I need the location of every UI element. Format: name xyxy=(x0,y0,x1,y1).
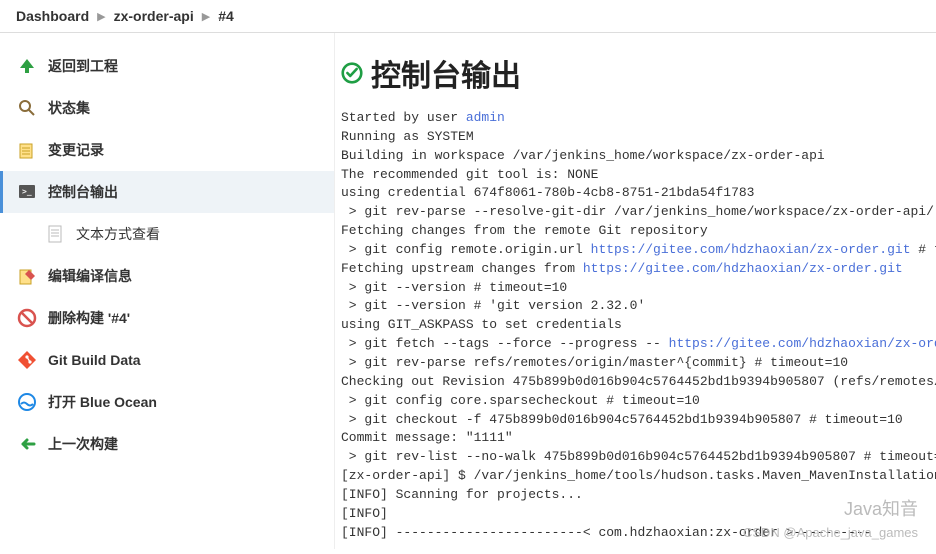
blue-ocean-icon xyxy=(16,391,38,413)
sidebar-item-label: 上一次构建 xyxy=(48,434,118,454)
console-link[interactable]: https://gitee.com/hdzhaoxian/zx-orde xyxy=(669,336,936,351)
main-content: 控制台输出 Started by user admin Running as S… xyxy=(335,33,936,549)
sidebar-item-prev-build[interactable]: 上一次构建 xyxy=(0,423,334,465)
sidebar-item-label: 返回到工程 xyxy=(48,56,118,76)
no-entry-icon xyxy=(16,307,38,329)
sidebar-item-label: 打开 Blue Ocean xyxy=(48,392,157,412)
success-check-icon xyxy=(341,62,363,84)
sidebar-item-label: Git Build Data xyxy=(48,352,141,368)
svg-text:>_: >_ xyxy=(22,187,32,196)
terminal-icon: >_ xyxy=(16,181,38,203)
arrow-up-icon xyxy=(16,55,38,77)
breadcrumb-sep: ▶ xyxy=(202,10,210,23)
sidebar-item-back[interactable]: 返回到工程 xyxy=(0,45,334,87)
magnify-icon xyxy=(16,97,38,119)
sidebar-item-edit-build[interactable]: 编辑编译信息 xyxy=(0,255,334,297)
breadcrumb-item[interactable]: Dashboard xyxy=(16,8,89,24)
breadcrumb-item[interactable]: #4 xyxy=(218,8,234,24)
breadcrumb-sep: ▶ xyxy=(97,10,105,23)
sidebar-item-label: 控制台输出 xyxy=(48,182,118,202)
arrow-left-icon xyxy=(16,433,38,455)
console-link[interactable]: https://gitee.com/hdzhaoxian/zx-order.gi… xyxy=(583,261,903,276)
pencil-doc-icon xyxy=(16,265,38,287)
sidebar-item-label: 状态集 xyxy=(48,98,90,118)
sidebar: 返回到工程状态集变更记录 >_ 控制台输出文本方式查看编辑编译信息删除构建 '#4'… xyxy=(0,33,335,549)
console-output: Started by user admin Running as SYSTEM … xyxy=(341,109,936,542)
sidebar-item-git-data[interactable]: Git Build Data xyxy=(0,339,334,381)
sidebar-item-console-text[interactable]: 文本方式查看 xyxy=(0,213,334,255)
sidebar-item-delete-build[interactable]: 删除构建 '#4' xyxy=(0,297,334,339)
page-title: 控制台输出 xyxy=(371,51,521,95)
sidebar-item-console[interactable]: >_ 控制台输出 xyxy=(0,171,334,213)
sidebar-item-changes[interactable]: 变更记录 xyxy=(0,129,334,171)
page-title-row: 控制台输出 xyxy=(341,51,936,95)
breadcrumb: Dashboard ▶ zx-order-api ▶ #4 xyxy=(0,0,936,33)
layout: 返回到工程状态集变更记录 >_ 控制台输出文本方式查看编辑编译信息删除构建 '#4'… xyxy=(0,33,936,549)
git-icon xyxy=(16,349,38,371)
console-link[interactable]: admin xyxy=(466,110,505,125)
doc-icon xyxy=(44,223,66,245)
sidebar-item-label: 编辑编译信息 xyxy=(48,266,132,286)
breadcrumb-item[interactable]: zx-order-api xyxy=(114,8,194,24)
console-link[interactable]: https://gitee.com/hdzhaoxian/zx-order.gi… xyxy=(591,242,911,257)
sidebar-item-status[interactable]: 状态集 xyxy=(0,87,334,129)
sidebar-item-label: 文本方式查看 xyxy=(76,224,160,244)
notepad-icon xyxy=(16,139,38,161)
sidebar-item-blue-ocean[interactable]: 打开 Blue Ocean xyxy=(0,381,334,423)
sidebar-item-label: 删除构建 '#4' xyxy=(48,308,130,328)
sidebar-item-label: 变更记录 xyxy=(48,140,104,160)
